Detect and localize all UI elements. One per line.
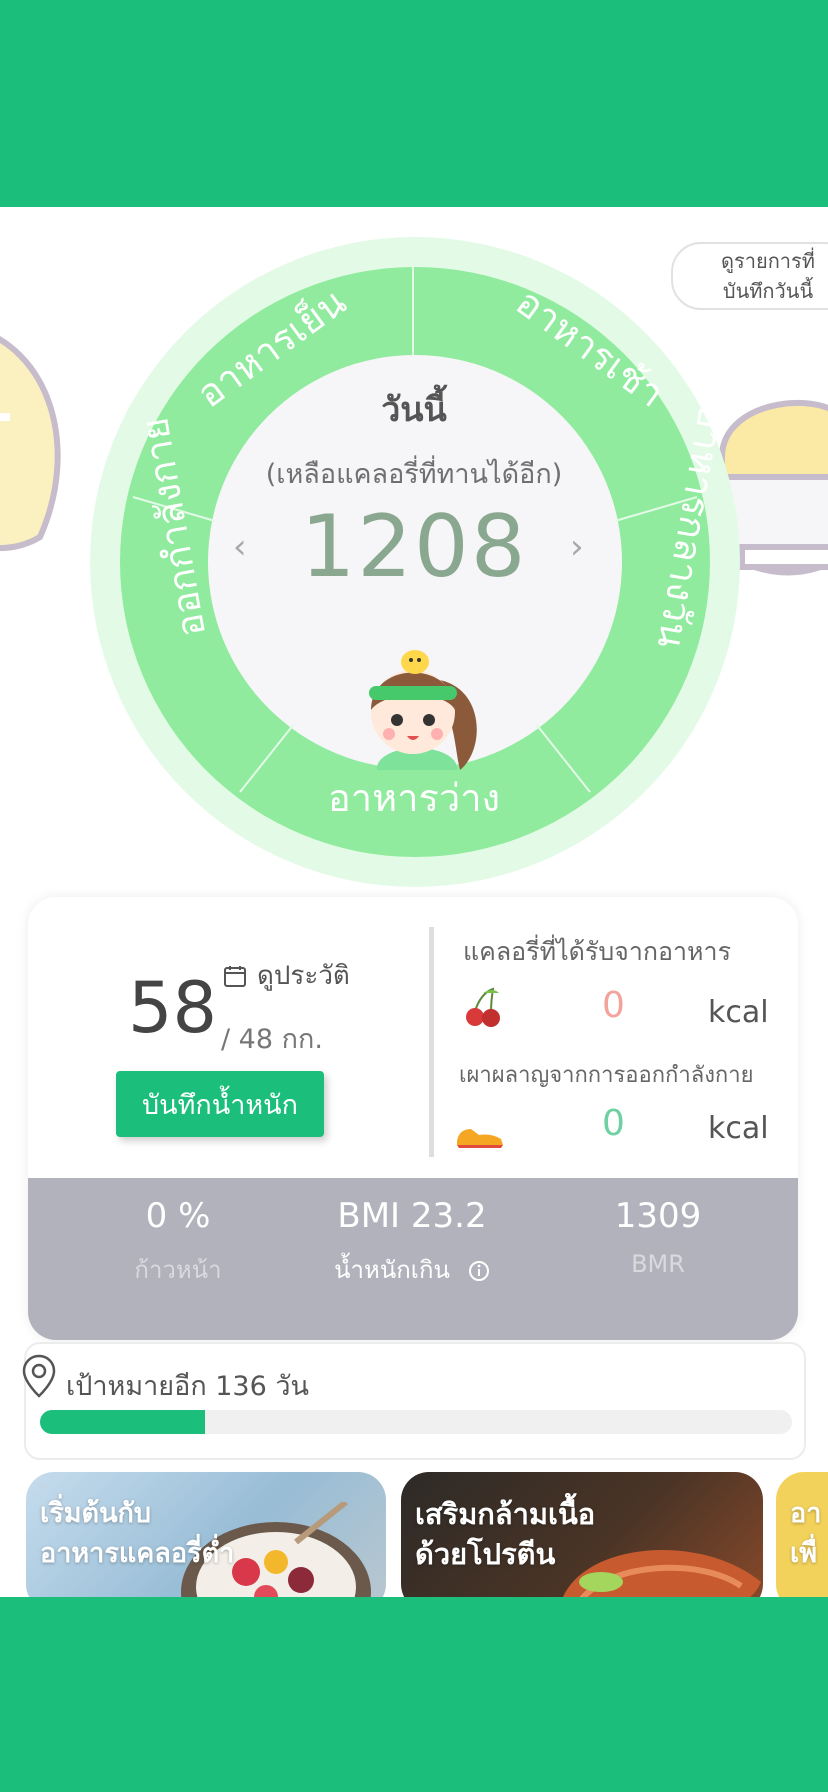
top-status-band [0, 0, 828, 207]
exercise-calories-label: เผาผลาญจากการออกกำลังกาย [459, 1063, 754, 1088]
promo-2-line1: เสริมกล้ามเนื้อ [415, 1497, 596, 1531]
promo-card-low-calorie[interactable]: เริ่มต้นกับอาหารแคลอรี่ต่ำ [26, 1472, 386, 1597]
next-day-arrow[interactable]: › [570, 527, 584, 567]
bmr-value: 1309 [614, 1196, 702, 1236]
bmi-status: น้ำหนักเกิน [334, 1256, 450, 1284]
exercise-calories-value: 0 [602, 1103, 625, 1144]
segment-snack[interactable]: อาหารว่าง [0, 767, 828, 828]
sneaker-icon [457, 1129, 503, 1148]
exercise-calories-unit: kcal [708, 1111, 769, 1146]
vertical-divider [429, 927, 434, 1157]
bmr-label: BMR [631, 1250, 685, 1278]
mascot-girl [369, 650, 477, 770]
progress-value: 0 % [145, 1196, 211, 1236]
view-today-log-line1: ดูรายการที่ [721, 249, 815, 273]
main-content: อาหารเย็น อาหารเช้า ออกกำลังกาย อาหารกลา… [0, 207, 828, 1597]
bmi-value: BMI 23.2 [337, 1196, 487, 1236]
cherry-icon [466, 987, 500, 1027]
promo-3-title: อาเพื่ [790, 1494, 821, 1574]
view-history-label: ดูประวัติ [257, 961, 350, 991]
prev-day-arrow[interactable]: ‹ [233, 527, 247, 567]
goal-days-text: เป้าหมายอีก 136 วัน [66, 1371, 309, 1402]
body-stats-panel: 0 % ก้าวหน้า BMI 23.2 น้ำหนักเกิน 1309 B… [28, 1178, 798, 1340]
promo-1-title: เริ่มต้นกับอาหารแคลอรี่ต่ำ [40, 1494, 234, 1574]
goal-card: เป้าหมายอีก 136 วัน [22, 1342, 806, 1460]
today-label: วันนี้ [381, 390, 447, 430]
progress-stat: 0 % ก้าวหน้า [68, 1196, 288, 1289]
view-today-log-button[interactable]: ดูรายการที่ บันทึกวันนี้ [671, 242, 828, 310]
promo-2-title: เสริมกล้ามเนื้อด้วยโปรตีน [415, 1494, 595, 1574]
location-pin-icon [22, 1354, 56, 1398]
promo-1-line2: อาหารแคลอรี่ต่ำ [40, 1538, 235, 1569]
food-calories-label: แคลอรี่ที่ได้รับจากอาหาร [463, 937, 732, 966]
food-calories-unit: kcal [708, 995, 769, 1030]
stats-card: 58 / 48 กก. ดูประวัติ บันทึกน้ำหนัก แคลอ… [28, 897, 798, 1340]
bottom-band [0, 1597, 828, 1792]
remaining-calories: 1208 [300, 497, 528, 597]
food-calories-value: 0 [602, 985, 625, 1026]
current-weight: 58 [128, 967, 218, 1049]
bmi-label: น้ำหนักเกิน [302, 1250, 522, 1289]
promo-2-line2: ด้วยโปรตีน [415, 1537, 556, 1571]
view-history-link[interactable]: ดูประวัติ [223, 955, 350, 996]
promo-3-line1: อา [790, 1498, 822, 1529]
view-today-log-line2: บันทึกวันนี้ [722, 279, 814, 303]
goal-progress-fill [40, 1410, 206, 1434]
promo-1-line1: เริ่มต้นกับ [40, 1498, 152, 1529]
promo-card-protein[interactable]: เสริมกล้ามเนื้อด้วยโปรตีน [401, 1472, 763, 1597]
bmr-stat: 1309 BMR [548, 1196, 768, 1278]
promo-3-line2: เพื่ [790, 1538, 818, 1569]
remaining-note: (เหลือแคลอรี่ที่ทานได้อีก) [265, 459, 563, 490]
progress-label: ก้าวหน้า [134, 1256, 222, 1284]
target-weight: / 48 กก. [221, 1024, 323, 1055]
promo-card-third[interactable]: อาเพื่ [776, 1472, 828, 1597]
goal-progress-bar [40, 1410, 792, 1434]
calendar-icon [224, 965, 246, 987]
info-icon[interactable] [468, 1260, 490, 1282]
save-weight-button[interactable]: บันทึกน้ำหนัก [116, 1071, 324, 1137]
bmi-stat[interactable]: BMI 23.2 น้ำหนักเกิน [302, 1196, 522, 1289]
